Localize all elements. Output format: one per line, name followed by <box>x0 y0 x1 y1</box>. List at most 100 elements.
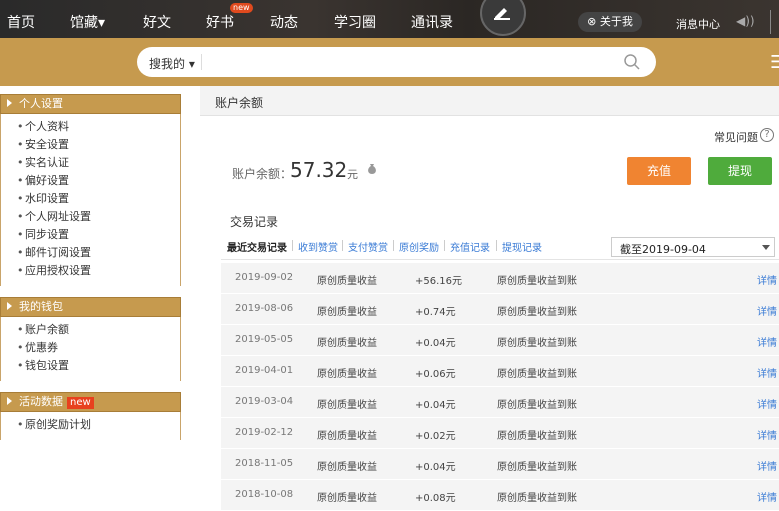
sidebar-item-watermark[interactable]: 水印设置 <box>17 190 180 208</box>
tab-withdraw-records[interactable]: 提现记录 <box>502 239 542 254</box>
sidebar-list-personal-settings: 个人资料 安全设置 实名认证 偏好设置 水印设置 个人网址设置 同步设置 邮件订… <box>0 114 181 286</box>
sidebar-item-real-name[interactable]: 实名认证 <box>17 154 180 172</box>
search-input[interactable] <box>209 51 613 75</box>
page-title: 账户余额 <box>215 96 264 110</box>
row-note: 原创质量收益到账 <box>497 338 577 349</box>
charge-button[interactable]: 充值 <box>627 157 691 185</box>
triangle-right-icon <box>7 302 12 310</box>
new-badge: new <box>230 3 253 13</box>
row-detail-link[interactable]: 详情 <box>757 334 777 349</box>
sidebar-item-email-subscription[interactable]: 邮件订阅设置 <box>17 244 180 262</box>
table-row: 2019-04-01 原创质量收益 +0.06元 原创质量收益到账 详情 <box>221 356 779 387</box>
row-date: 2018-11-05 <box>235 458 294 469</box>
row-note: 原创质量收益到账 <box>497 431 577 442</box>
nav-contacts[interactable]: 通讯录 <box>411 12 453 32</box>
date-filter-value: 截至2019-09-04 <box>620 243 706 256</box>
row-date: 2019-09-02 <box>235 272 294 283</box>
user-circle-icon: ⊗ <box>587 15 597 28</box>
row-note: 原创质量收益到账 <box>497 307 577 318</box>
withdraw-button[interactable]: 提现 <box>708 157 772 185</box>
help-icon[interactable]: ? <box>760 128 774 142</box>
write-button[interactable] <box>480 0 526 36</box>
chevron-down-icon <box>762 245 770 250</box>
row-amount: +56.16元 <box>415 276 463 287</box>
nav-feed[interactable]: 动态 <box>270 12 298 32</box>
row-note: 原创质量收益到账 <box>497 462 577 473</box>
row-detail-link[interactable]: 详情 <box>757 272 777 287</box>
row-note: 原创质量收益到账 <box>497 369 577 380</box>
row-amount: +0.04元 <box>415 338 456 349</box>
row-amount: +0.04元 <box>415 400 456 411</box>
about-me-button[interactable]: ⊗ 关于我 <box>578 12 642 32</box>
search-scope-dropdown[interactable]: 搜我的 ▾ <box>149 55 195 72</box>
row-date: 2019-04-01 <box>235 365 294 376</box>
row-date: 2019-03-04 <box>235 396 294 407</box>
row-detail-link[interactable]: 详情 <box>757 458 777 473</box>
tab-paid-tips[interactable]: 支付赞赏 <box>348 239 388 254</box>
row-detail-link[interactable]: 详情 <box>757 427 777 442</box>
row-amount: +0.04元 <box>415 462 456 473</box>
nav-study-circle[interactable]: 学习圈 <box>334 12 376 32</box>
sidebar-item-profile[interactable]: 个人资料 <box>17 118 180 136</box>
row-date: 2019-08-06 <box>235 303 294 314</box>
row-type: 原创质量收益 <box>317 431 377 442</box>
speaker-icon[interactable]: ◀)) <box>736 14 755 28</box>
search-divider <box>201 54 202 70</box>
table-row: 2018-10-08 原创质量收益 +0.08元 原创质量收益到账 详情 <box>221 480 779 511</box>
menu-icon[interactable]: ☰ <box>770 52 779 73</box>
row-type: 原创质量收益 <box>317 338 377 349</box>
triangle-right-icon <box>7 99 12 107</box>
records-title: 交易记录 <box>230 215 279 229</box>
sidebar-section-personal-settings[interactable]: 个人设置 <box>0 94 181 114</box>
nav-articles[interactable]: 好文 <box>143 12 171 32</box>
sidebar-section-wallet[interactable]: 我的钱包 <box>0 297 181 317</box>
tab-original-reward[interactable]: 原创奖励 <box>399 239 439 254</box>
sidebar-item-preferences[interactable]: 偏好设置 <box>17 172 180 190</box>
table-row: 2019-02-12 原创质量收益 +0.02元 原创质量收益到账 详情 <box>221 418 779 449</box>
sidebar-item-app-authorization[interactable]: 应用授权设置 <box>17 262 180 280</box>
balance-value: 57.32 <box>290 158 348 182</box>
sidebar-item-original-reward[interactable]: 原创奖励计划 <box>17 416 180 434</box>
nav-books[interactable]: 好书 <box>206 12 234 32</box>
pen-icon <box>494 8 510 20</box>
row-date: 2019-02-12 <box>235 427 294 438</box>
table-row: 2019-03-04 原创质量收益 +0.04元 原创质量收益到账 详情 <box>221 387 779 418</box>
table-row: 2019-05-05 原创质量收益 +0.04元 原创质量收益到账 详情 <box>221 325 779 356</box>
sidebar-section-activity[interactable]: 活动数据 new <box>0 392 181 412</box>
row-note: 原创质量收益到账 <box>497 400 577 411</box>
about-me-label: 关于我 <box>599 15 633 28</box>
tab-recent[interactable]: 最近交易记录 <box>227 239 287 254</box>
top-nav: 首页 馆藏▾ 好文 好书 new 动态 学习圈 通讯录 ⊗ 关于我 消息中心 ◀… <box>0 0 779 38</box>
faq-link[interactable]: 常见问题 <box>714 129 758 145</box>
row-detail-link[interactable]: 详情 <box>757 396 777 411</box>
row-date: 2019-05-05 <box>235 334 294 345</box>
sidebar-item-coupons[interactable]: 优惠券 <box>17 339 180 357</box>
sidebar-item-balance[interactable]: 账户余额 <box>17 321 180 339</box>
table-row: 2018-11-05 原创质量收益 +0.04元 原创质量收益到账 详情 <box>221 449 779 480</box>
new-badge: new <box>67 397 94 409</box>
search-icon[interactable] <box>623 53 641 71</box>
date-filter-select[interactable]: 截至2019-09-04 <box>611 237 775 257</box>
row-detail-link[interactable]: 详情 <box>757 303 777 318</box>
row-type: 原创质量收益 <box>317 462 377 473</box>
sidebar-item-wallet-settings[interactable]: 钱包设置 <box>17 357 180 375</box>
row-detail-link[interactable]: 详情 <box>757 365 777 380</box>
row-type: 原创质量收益 <box>317 369 377 380</box>
nav-home[interactable]: 首页 <box>7 12 35 32</box>
table-row: 2019-08-06 原创质量收益 +0.74元 原创质量收益到账 详情 <box>221 294 779 325</box>
row-type: 原创质量收益 <box>317 276 377 287</box>
caret-down-icon: ▾ <box>188 57 195 71</box>
tab-received-tips[interactable]: 收到赞赏 <box>298 239 338 254</box>
sidebar-item-sync[interactable]: 同步设置 <box>17 226 180 244</box>
message-center-link[interactable]: 消息中心 <box>676 16 720 32</box>
row-amount: +0.06元 <box>415 369 456 380</box>
nav-collection[interactable]: 馆藏▾ <box>70 12 105 32</box>
tab-charge-records[interactable]: 充值记录 <box>450 239 490 254</box>
sidebar: 个人设置 个人资料 安全设置 实名认证 偏好设置 水印设置 个人网址设置 同步设… <box>0 94 181 440</box>
sidebar-item-personal-url[interactable]: 个人网址设置 <box>17 208 180 226</box>
table-row: 2019-09-02 原创质量收益 +56.16元 原创质量收益到账 详情 <box>221 263 779 294</box>
row-amount: +0.02元 <box>415 431 456 442</box>
search-box: 搜我的 ▾ <box>137 47 656 77</box>
balance-label: 账户余额： <box>232 167 293 181</box>
sidebar-item-security[interactable]: 安全设置 <box>17 136 180 154</box>
